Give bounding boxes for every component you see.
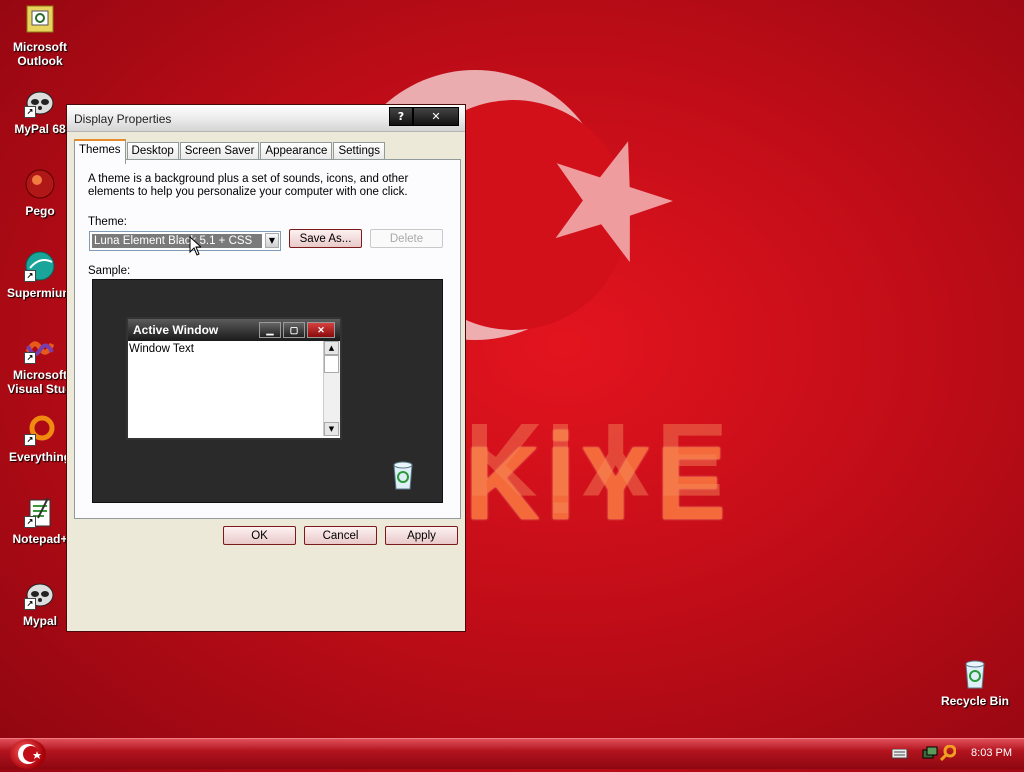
notepad-icon: ↗	[24, 496, 56, 528]
cancel-button[interactable]: Cancel	[304, 526, 377, 545]
start-button[interactable]	[10, 739, 46, 769]
wallpaper-star	[555, 141, 673, 262]
raccoon-icon: ↗	[24, 86, 56, 118]
close-icon: ✕	[307, 322, 335, 338]
sample-label: Sample:	[88, 265, 131, 277]
recycle-bin-icon	[959, 658, 991, 690]
theme-select[interactable]: Luna Element Black 5.1 + CSS ▼	[89, 231, 281, 251]
save-as-button[interactable]: Save As...	[289, 229, 362, 248]
shortcut-arrow-icon: ↗	[24, 106, 36, 118]
window-titlebar[interactable]: Display Properties ? ✕	[67, 105, 465, 132]
pego-icon	[24, 168, 56, 200]
scroll-up-icon: ▲	[324, 341, 339, 355]
shortcut-arrow-icon: ↗	[24, 598, 36, 610]
theme-select-value: Luna Element Black 5.1 + CSS	[92, 234, 262, 248]
system-tray: 8:03 PM	[884, 739, 1024, 769]
sample-active-window: Active Window ▁ ▢ ✕ Window Text ▲ ▼	[126, 317, 342, 440]
tab-themes[interactable]: Themes	[74, 139, 126, 164]
scroll-thumb	[324, 355, 339, 373]
supermium-icon: ↗	[24, 250, 56, 282]
recycle-bin-icon	[393, 461, 413, 490]
desktop-icon-recycle-bin[interactable]: Recycle Bin	[936, 658, 1014, 708]
themes-panel: A theme is a background plus a set of so…	[74, 159, 461, 519]
network-icon[interactable]	[922, 745, 938, 761]
theme-sample-preview: Active Window ▁ ▢ ✕ Window Text ▲ ▼	[92, 279, 443, 503]
theme-label: Theme:	[88, 216, 127, 228]
shortcut-arrow-icon: ↗	[24, 270, 36, 282]
display-properties-window: Display Properties ? ✕ Themes Desktop Sc…	[66, 104, 466, 632]
search-icon[interactable]	[940, 745, 956, 761]
keyboard-icon[interactable]	[892, 749, 908, 759]
wallpaper-text-reflection: KİYE	[465, 401, 732, 517]
ok-button[interactable]: OK	[223, 526, 296, 545]
apply-button[interactable]: Apply	[385, 526, 458, 545]
outlook-icon	[24, 4, 56, 36]
sample-window-text: Window Text	[129, 343, 194, 355]
mouse-cursor-icon	[189, 236, 201, 256]
desktop-icon-label: Microsoft Outlook	[13, 40, 67, 68]
chevron-down-icon[interactable]: ▼	[265, 233, 279, 248]
shortcut-arrow-icon: ↗	[24, 516, 36, 528]
clock[interactable]: 8:03 PM	[971, 747, 1012, 759]
sample-window-title: Active Window	[133, 323, 219, 337]
everything-icon: ↗	[24, 414, 56, 446]
shortcut-arrow-icon: ↗	[24, 434, 36, 446]
help-button[interactable]: ?	[389, 107, 413, 126]
delete-button[interactable]: Delete	[370, 229, 443, 248]
start-logo-icon	[18, 744, 41, 764]
themes-description: A theme is a background plus a set of so…	[88, 173, 409, 198]
maximize-icon: ▢	[283, 322, 305, 338]
visual-studio-icon: ↗	[24, 332, 56, 364]
sample-window-titlebar: Active Window ▁ ▢ ✕	[128, 319, 340, 341]
taskbar: 8:03 PM	[0, 738, 1024, 769]
raccoon-icon: ↗	[24, 578, 56, 610]
window-title: Display Properties	[74, 112, 172, 126]
desktop-icon-label: Recycle Bin	[940, 694, 1010, 708]
sample-scrollbar: ▲ ▼	[323, 341, 340, 436]
close-button[interactable]: ✕	[413, 107, 459, 126]
shortcut-arrow-icon: ↗	[24, 352, 36, 364]
minimize-icon: ▁	[259, 322, 281, 338]
desktop-icon-outlook[interactable]: Microsoft Outlook	[1, 4, 79, 68]
scroll-down-icon: ▼	[324, 422, 339, 436]
